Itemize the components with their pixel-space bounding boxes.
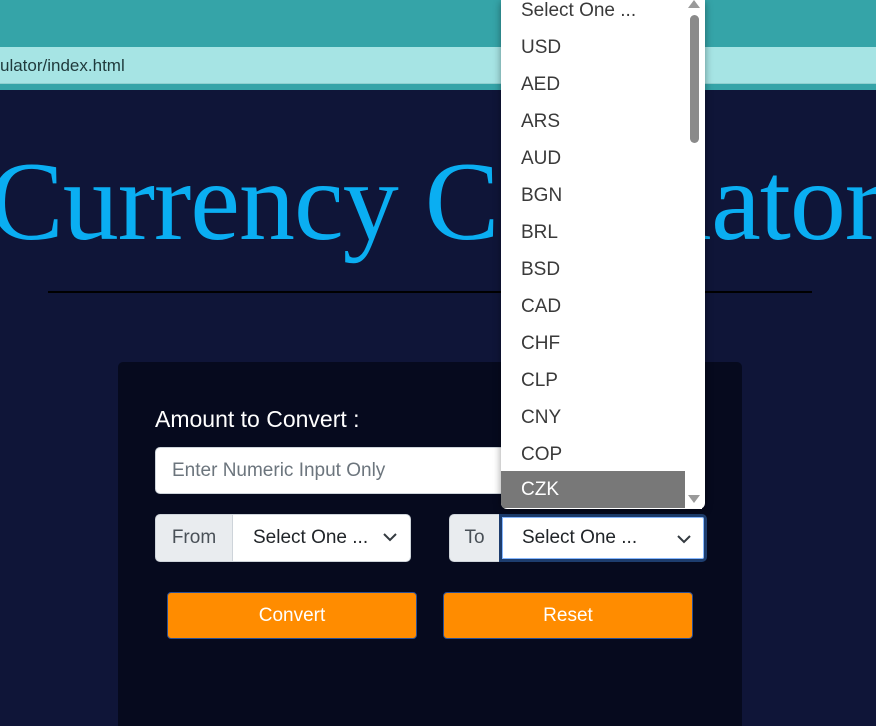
dropdown-option[interactable]: BRL: [501, 214, 685, 251]
url-text: ulator/index.html: [0, 56, 125, 75]
dropdown-option[interactable]: BGN: [501, 177, 685, 214]
url-field[interactable]: ulator/index.html: [0, 47, 876, 84]
currency-dropdown-list[interactable]: Select One ... USD AED ARS AUD BGN BRL B…: [501, 0, 705, 509]
dropdown-option[interactable]: CHF: [501, 325, 685, 362]
dropdown-option[interactable]: ARS: [501, 103, 685, 140]
amount-label: Amount to Convert :: [155, 406, 360, 432]
to-group: To Select One ...: [449, 514, 707, 562]
scroll-down-arrow-icon[interactable]: [688, 495, 700, 503]
dropdown-option[interactable]: AED: [501, 66, 685, 103]
to-select-value: Select One ...: [522, 527, 638, 548]
reset-button[interactable]: Reset: [443, 592, 693, 639]
chevron-down-icon: [383, 533, 397, 542]
from-label: From: [155, 514, 232, 562]
from-select[interactable]: Select One ...: [232, 514, 411, 562]
page-content: Currency Calculator Amount to Convert : …: [0, 90, 876, 726]
scroll-up-arrow-icon[interactable]: [688, 0, 700, 8]
convert-button[interactable]: Convert: [167, 592, 417, 639]
dropdown-option[interactable]: COP: [501, 436, 685, 473]
dropdown-option[interactable]: USD: [501, 29, 685, 66]
dropdown-option-highlighted[interactable]: CZK: [501, 471, 685, 508]
browser-address-bar: ulator/index.html: [0, 40, 876, 90]
dropdown-option[interactable]: CLP: [501, 362, 685, 399]
dropdown-option[interactable]: BSD: [501, 251, 685, 288]
dropdown-option[interactable]: CAD: [501, 288, 685, 325]
browser-tab-strip: [0, 0, 876, 40]
dropdown-option[interactable]: CNY: [501, 399, 685, 436]
dropdown-scrollbar[interactable]: [686, 0, 702, 509]
from-group: From Select One ...: [155, 514, 411, 562]
to-label: To: [449, 514, 499, 562]
to-select[interactable]: Select One ...: [499, 514, 707, 562]
from-select-value: Select One ...: [253, 527, 369, 548]
scrollbar-thumb[interactable]: [690, 15, 699, 143]
dropdown-option[interactable]: Select One ...: [501, 0, 685, 29]
page-title: Currency Calculator: [0, 140, 876, 264]
dropdown-option[interactable]: AUD: [501, 140, 685, 177]
chevron-down-icon: [677, 535, 691, 544]
